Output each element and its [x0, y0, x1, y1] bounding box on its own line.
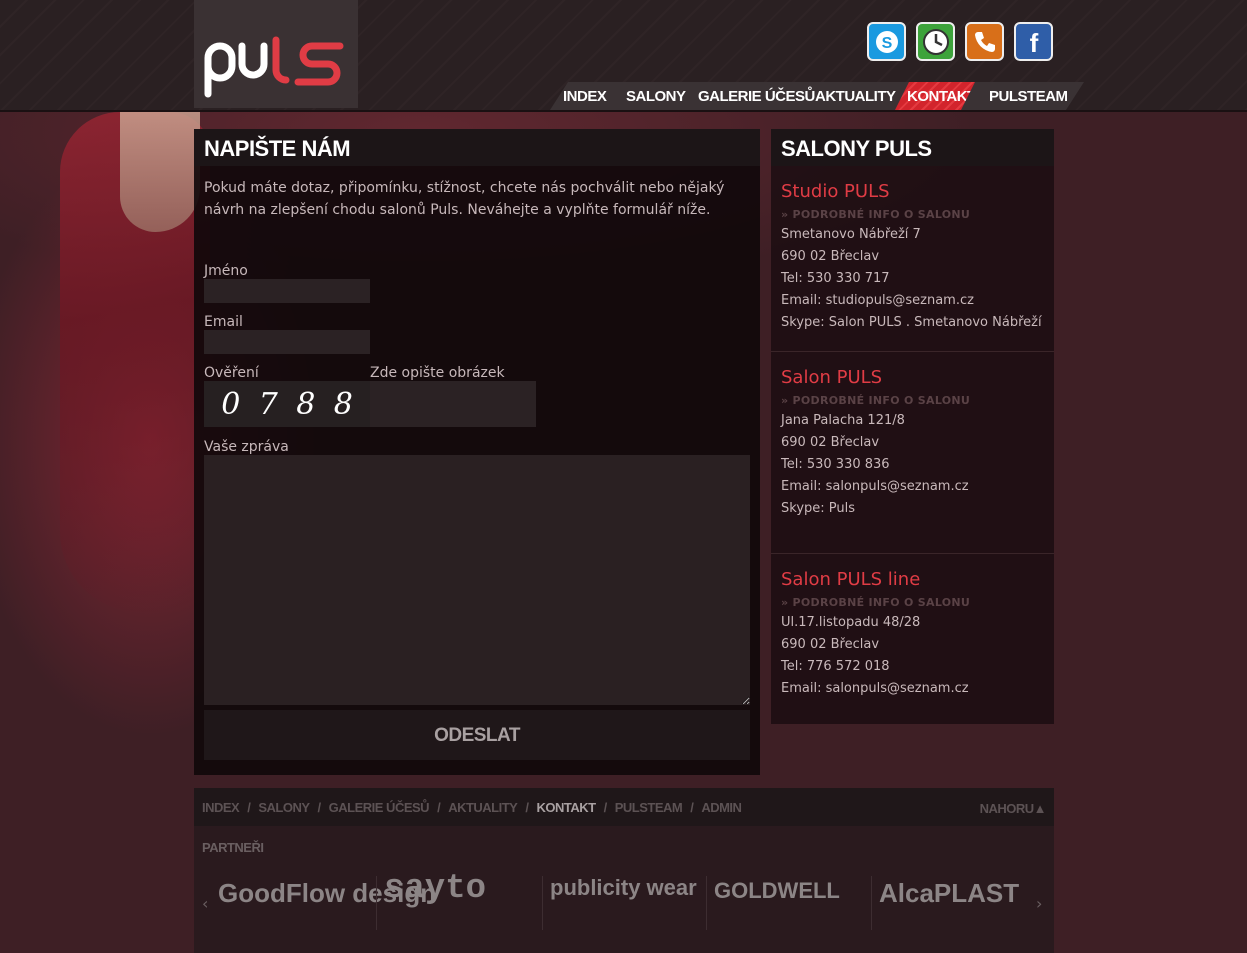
- salon-address: Jana Palacha 121/8: [781, 413, 905, 428]
- partner-logo-alcaplast[interactable]: AlcaPLAST: [879, 878, 1019, 909]
- nav-aktuality[interactable]: AKTUALITY: [815, 82, 896, 110]
- captcha-digit: 8: [333, 386, 353, 422]
- salon-phone: Tel: 530 330 836: [781, 457, 890, 472]
- partner-logo-sayto[interactable]: sayto: [384, 870, 486, 908]
- divider: [871, 876, 872, 930]
- svg-text:S: S: [881, 35, 892, 52]
- footer-link-salony[interactable]: SALONY: [258, 800, 310, 815]
- email-label: Email: [204, 314, 243, 330]
- salon-more-link[interactable]: » PODROBNÉ INFO O SALONU: [781, 208, 1046, 224]
- salon-email: Email: studiopuls@seznam.cz: [781, 293, 974, 308]
- nav-galerie[interactable]: GALERIE ÚČESŮ: [698, 82, 815, 110]
- salon-phone: Tel: 530 330 717: [781, 271, 890, 286]
- separator: /: [437, 799, 441, 815]
- logo[interactable]: [194, 0, 358, 108]
- chevron-left-icon[interactable]: ‹: [202, 894, 208, 913]
- salon-name[interactable]: Studio PULS: [781, 181, 1046, 205]
- salon-more-link[interactable]: » PODROBNÉ INFO O SALONU: [781, 394, 1046, 410]
- social-icons: S f: [867, 22, 1053, 61]
- salon-email: Email: salonpuls@seznam.cz: [781, 479, 969, 494]
- footer-link-pulsteam[interactable]: PULSTEAM: [615, 800, 683, 815]
- captcha-digit: 7: [258, 386, 278, 422]
- salon-name[interactable]: Salon PULS line: [781, 569, 1046, 593]
- chevron-right-icon[interactable]: ›: [1036, 894, 1042, 913]
- divider: [542, 876, 543, 930]
- verify-label: Ověření: [204, 365, 259, 381]
- divider: [376, 876, 377, 930]
- nav-salony[interactable]: SALONY: [626, 82, 686, 110]
- separator: /: [317, 799, 322, 815]
- model-face: [120, 112, 200, 232]
- captcha-digit: 0: [221, 386, 241, 422]
- name-label: Jméno: [204, 263, 248, 279]
- facebook-icon[interactable]: f: [1014, 22, 1053, 61]
- form-intro: Pokud máte dotaz, připomínku, stížnost, …: [204, 180, 725, 218]
- salon-address: Ul.17.listopadu 48/28: [781, 615, 921, 630]
- footer-link-kontakt[interactable]: KONTAKT: [536, 800, 596, 815]
- salon-city: 690 02 Břeclav: [781, 249, 880, 264]
- salons-title: SALONY PULS: [771, 129, 1054, 166]
- svg-text:f: f: [1029, 29, 1038, 55]
- footer-link-galerie[interactable]: GALERIE ÚČESŮ: [329, 800, 430, 815]
- email-input[interactable]: [204, 330, 370, 354]
- salon-card: Studio PULS » PODROBNÉ INFO O SALONU Sme…: [781, 181, 1046, 334]
- salon-name[interactable]: Salon PULS: [781, 367, 1046, 391]
- nav-kontakt[interactable]: KONTAKT: [895, 82, 975, 110]
- salon-skype: Skype: Salon PULS . Smetanovo Nábřeží: [781, 315, 1042, 330]
- partner-logo-goldwell[interactable]: GOLDWELL: [714, 878, 840, 904]
- footer-link-index[interactable]: INDEX: [202, 800, 240, 815]
- footer-link-admin[interactable]: ADMIN: [701, 800, 742, 815]
- name-input[interactable]: [204, 279, 370, 303]
- skype-icon[interactable]: S: [867, 22, 906, 61]
- salon-phone: Tel: 776 572 018: [781, 659, 890, 674]
- divider: [771, 553, 1054, 554]
- footer-nav: INDEX / SALONY / GALERIE ÚČESŮ / AKTUALITY /…: [194, 788, 1054, 826]
- divider: [771, 351, 1054, 352]
- back-to-top-link[interactable]: NAHORU▲: [980, 801, 1047, 816]
- captcha-input[interactable]: [370, 381, 536, 427]
- salon-card: Salon PULS line » PODROBNÉ INFO O SALONU…: [781, 569, 1046, 700]
- separator: /: [690, 799, 694, 815]
- salons-panel: SALONY PULS Studio PULS » PODROBNÉ INFO …: [771, 129, 1054, 724]
- puls-logo: [204, 36, 344, 98]
- salon-email: Email: salonpuls@seznam.cz: [781, 681, 969, 696]
- salon-more-link[interactable]: » PODROBNÉ INFO O SALONU: [781, 596, 1046, 612]
- contact-form-panel: NAPIŠTE NÁM Pokud máte dotaz, připomínku…: [194, 129, 760, 775]
- separator: /: [603, 799, 608, 815]
- partners-carousel: ‹ GoodFlow design sayto publicity wear G…: [194, 866, 1054, 936]
- message-textarea[interactable]: [204, 455, 750, 705]
- separator: /: [525, 799, 529, 815]
- captcha-hint: Zde opište obrázek: [370, 365, 505, 381]
- salon-card: Salon PULS » PODROBNÉ INFO O SALONU Jana…: [781, 367, 1046, 520]
- nav-pulsteam[interactable]: PULSTEAM: [989, 82, 1068, 110]
- submit-button[interactable]: ODESLAT: [204, 710, 750, 760]
- divider: [706, 876, 707, 930]
- phone-icon[interactable]: [965, 22, 1004, 61]
- nav-index[interactable]: INDEX: [563, 82, 607, 110]
- partners-title: PARTNEŘI: [202, 840, 264, 855]
- captcha-digit: 8: [296, 386, 316, 422]
- site-footer: INDEX / SALONY / GALERIE ÚČESŮ / AKTUALITY /…: [194, 788, 1054, 953]
- message-label: Vaše zpráva: [204, 439, 289, 455]
- salon-skype: Skype: Puls: [781, 501, 856, 516]
- captcha-image: 0 7 8 8: [204, 381, 370, 427]
- footer-link-aktuality[interactable]: AKTUALITY: [448, 800, 518, 815]
- salon-address: Smetanovo Nábřeží 7: [781, 227, 921, 242]
- clock-icon[interactable]: [916, 22, 955, 61]
- form-title: NAPIŠTE NÁM: [194, 129, 760, 166]
- salon-city: 690 02 Břeclav: [781, 637, 880, 652]
- separator: /: [247, 799, 251, 815]
- partner-logo-publicity-wear[interactable]: publicity wear: [550, 877, 700, 899]
- salon-city: 690 02 Břeclav: [781, 435, 880, 450]
